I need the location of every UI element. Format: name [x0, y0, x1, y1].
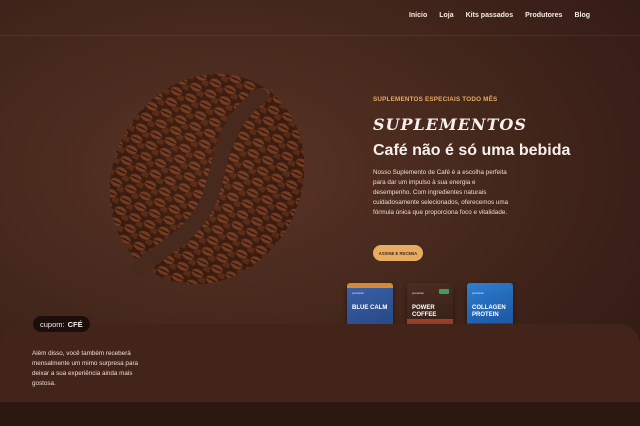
- pack-name: POWER COFFEE: [412, 305, 437, 318]
- top-nav: Início Loja Kits passados Produtores Blo…: [0, 0, 640, 36]
- coffee-bean-illustration: [110, 68, 305, 290]
- nav-links: Início Loja Kits passados Produtores Blo…: [409, 12, 590, 19]
- pack-brand: puravida: [412, 291, 424, 295]
- nav-link-kits-passados[interactable]: Kits passados: [466, 12, 513, 19]
- hero-description: Nosso Suplemento de Café é a escolha per…: [373, 169, 509, 216]
- pack-name: BLUE CALM: [352, 305, 388, 311]
- hero-headline: Café não é só uma bebida: [373, 142, 571, 159]
- coffee-bean-image: [110, 68, 305, 290]
- pack-brand: puravida: [352, 291, 364, 295]
- nav-link-blog[interactable]: Blog: [574, 12, 590, 19]
- hero-script-title: SUPLEMENTOS: [373, 115, 527, 134]
- coupon-prefix: cupom:: [40, 319, 65, 329]
- bonus-text: Além disso, você também receberá mensalm…: [32, 350, 139, 387]
- nav-link-inicio[interactable]: Início: [409, 12, 427, 19]
- subscribe-button[interactable]: ASSINE E RECEBA: [373, 245, 423, 261]
- pack-top-band: [347, 283, 393, 288]
- nav-link-produtores[interactable]: Produtores: [525, 12, 562, 19]
- pack-brand: puravida: [472, 291, 484, 295]
- coupon-code: CFÉ: [67, 319, 83, 329]
- pack-name: COLLAGEN PROTEIN: [472, 305, 506, 318]
- hero-eyebrow: SUPLEMENTOS ESPECIAIS TODO MÊS: [373, 96, 498, 103]
- hero-text-block: SUPLEMENTOS ESPECIAIS TODO MÊS SUPLEMENT…: [373, 96, 613, 218]
- nav-link-loja[interactable]: Loja: [439, 12, 453, 19]
- coupon-badge[interactable]: cupom: CFÉ: [33, 316, 90, 332]
- footer-strip: [0, 402, 640, 426]
- pack-tag: [439, 289, 449, 294]
